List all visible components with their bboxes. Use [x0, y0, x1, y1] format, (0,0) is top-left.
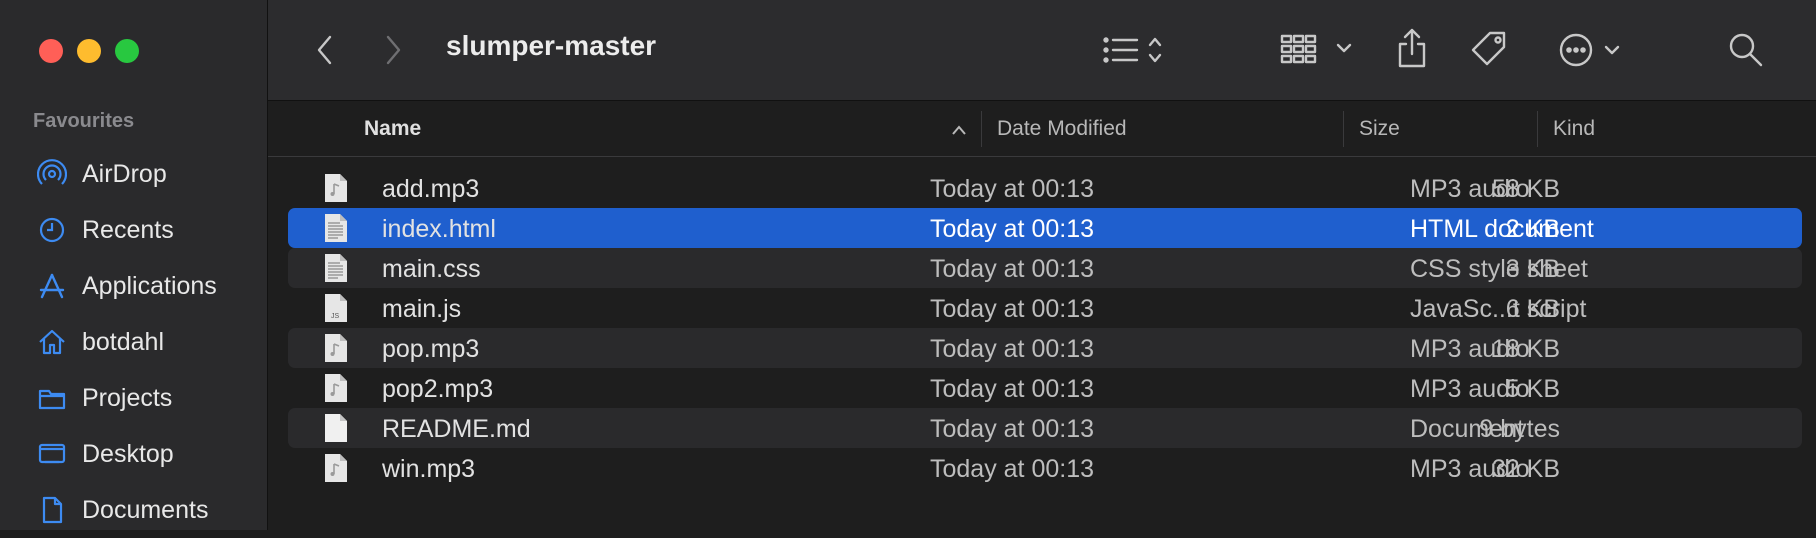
blank-file-icon: [325, 414, 347, 442]
file-row[interactable]: win.mp3 Today at 00:13 32 KB MP3 audio: [288, 448, 1802, 488]
file-kind: JavaSc...t script: [1410, 295, 1587, 323]
sidebar-item-label: AirDrop: [82, 159, 167, 188]
column-separator[interactable]: [981, 111, 982, 147]
file-row[interactable]: JS main.js Today at 00:13 6 KB JavaSc...…: [288, 288, 1802, 328]
column-date-modified[interactable]: Date Modified: [997, 117, 1127, 141]
column-separator[interactable]: [1343, 111, 1344, 147]
text-file-icon: [325, 214, 347, 242]
audio-file-icon: [325, 334, 347, 362]
column-separator[interactable]: [1537, 111, 1538, 147]
sidebar-item-desktop[interactable]: Desktop: [0, 426, 267, 482]
file-name: win.mp3: [382, 455, 476, 483]
sidebar-item-label: Desktop: [82, 439, 174, 468]
window-controls: [39, 39, 139, 63]
folder-icon: [36, 382, 68, 414]
file-date: Today at 00:13: [930, 295, 1095, 323]
icon-grid-icon: [1280, 34, 1352, 64]
text-file-icon: [325, 254, 347, 282]
file-row[interactable]: main.css Today at 00:13 3 KB CSS style s…: [288, 248, 1802, 288]
main-pane: slumper-master Name Date Modified Size K…: [268, 0, 1816, 530]
forward-button[interactable]: [376, 30, 410, 70]
file-kind: Document: [1410, 415, 1524, 443]
file-row[interactable]: add.mp3 Today at 00:13 58 KB MP3 audio: [288, 168, 1802, 208]
file-row[interactable]: README.md Today at 00:13 9 bytes Documen…: [288, 408, 1802, 448]
file-name: pop2.mp3: [382, 375, 494, 403]
file-list: add.mp3 Today at 00:13 58 KB MP3 audio i…: [288, 168, 1802, 488]
file-date: Today at 00:13: [930, 335, 1095, 363]
js-file-icon: JS: [325, 294, 347, 322]
window-title: slumper-master: [446, 30, 657, 61]
desktop-icon: [36, 438, 68, 470]
sidebar-item-label: botdahl: [82, 327, 165, 356]
home-icon: [36, 326, 68, 358]
svg-text:JS: JS: [331, 313, 340, 320]
file-date: Today at 00:13: [930, 375, 1095, 403]
more-actions-button[interactable]: [1558, 28, 1638, 72]
search-button[interactable]: [1726, 30, 1766, 70]
file-row-selected[interactable]: index.html Today at 00:13 2 KB HTML docu…: [288, 208, 1802, 248]
file-date: Today at 00:13: [930, 175, 1095, 203]
sidebar: Favourites AirDrop Recents Applications: [0, 0, 268, 530]
file-kind: CSS style sheet: [1410, 255, 1588, 283]
file-kind: HTML document: [1410, 215, 1594, 243]
list-view-icon: [1103, 37, 1162, 63]
back-chevron-icon: [317, 35, 332, 65]
column-size[interactable]: Size: [1359, 117, 1400, 141]
sidebar-item-label: Documents: [82, 495, 209, 524]
audio-file-icon: [325, 374, 347, 402]
share-icon: [1398, 28, 1426, 68]
file-kind: MP3 audio: [1410, 175, 1530, 203]
sidebar-item-applications[interactable]: Applications: [0, 258, 267, 314]
sidebar-item-recents[interactable]: Recents: [0, 202, 267, 258]
applications-icon: [36, 270, 68, 302]
audio-file-icon: [325, 454, 347, 482]
sidebar-item-projects[interactable]: Projects: [0, 370, 267, 426]
file-row[interactable]: pop2.mp3 Today at 00:13 5 KB MP3 audio: [288, 368, 1802, 408]
list-view-button[interactable]: [1100, 32, 1180, 68]
file-kind: MP3 audio: [1410, 335, 1530, 363]
sidebar-item-label: Recents: [82, 215, 174, 244]
sidebar-item-label: Applications: [82, 271, 217, 300]
file-date: Today at 00:13: [930, 255, 1095, 283]
file-kind: MP3 audio: [1410, 375, 1530, 403]
sidebar-list: AirDrop Recents Applications botdahl Pro…: [0, 146, 267, 538]
tag-button[interactable]: [1468, 28, 1512, 72]
tag-icon: [1471, 31, 1506, 66]
audio-file-icon: [325, 174, 347, 202]
close-window-button[interactable]: [39, 39, 63, 63]
file-name: README.md: [382, 415, 531, 443]
file-name: index.html: [382, 215, 496, 243]
forward-chevron-icon: [386, 35, 401, 65]
file-name: add.mp3: [382, 175, 480, 203]
document-icon: [36, 494, 68, 526]
file-date: Today at 00:13: [930, 455, 1095, 483]
toolbar: slumper-master: [268, 0, 1816, 101]
more-icon: [1559, 33, 1620, 67]
zoom-window-button[interactable]: [115, 39, 139, 63]
file-date: Today at 00:13: [930, 415, 1095, 443]
group-button[interactable]: [1280, 30, 1358, 70]
column-kind[interactable]: Kind: [1553, 117, 1595, 141]
back-button[interactable]: [308, 30, 342, 70]
file-row[interactable]: pop.mp3 Today at 00:13 18 KB MP3 audio: [288, 328, 1802, 368]
search-icon: [1729, 33, 1763, 67]
file-name: pop.mp3: [382, 335, 480, 363]
clock-icon: [36, 214, 68, 246]
sidebar-section-favourites: Favourites: [33, 110, 135, 132]
file-date: Today at 00:13: [930, 215, 1095, 243]
sidebar-item-label: Projects: [82, 383, 173, 412]
sort-ascending-icon[interactable]: [950, 119, 968, 143]
airdrop-icon: [36, 158, 68, 190]
sidebar-item-airdrop[interactable]: AirDrop: [0, 146, 267, 202]
file-name: main.js: [382, 295, 462, 323]
finder-window: Favourites AirDrop Recents Applications: [0, 0, 1816, 530]
minimize-window-button[interactable]: [77, 39, 101, 63]
file-kind: MP3 audio: [1410, 455, 1530, 483]
column-name[interactable]: Name: [364, 117, 421, 141]
column-header: Name Date Modified Size Kind: [268, 101, 1816, 157]
share-button[interactable]: [1394, 26, 1430, 72]
file-name: main.css: [382, 255, 481, 283]
sidebar-item-botdahl[interactable]: botdahl: [0, 314, 267, 370]
